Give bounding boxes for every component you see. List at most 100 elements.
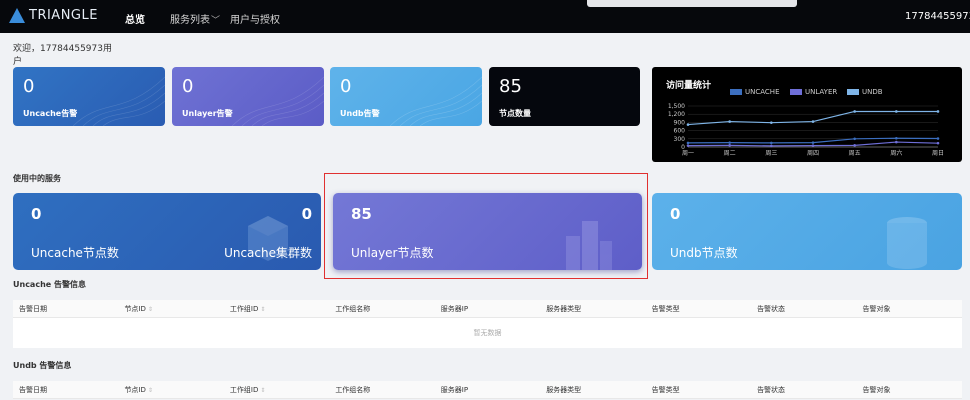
column-header: 服务器IP bbox=[440, 305, 469, 313]
legend-label: UNLAYER bbox=[805, 88, 838, 96]
logo[interactable]: TRIANGLE bbox=[9, 8, 98, 23]
data-point bbox=[811, 144, 815, 147]
stat-card-node-count[interactable]: 85 节点数量 bbox=[489, 67, 640, 126]
search-bar[interactable] bbox=[587, 0, 797, 7]
table-header: 告警日期 节点ID ⇕ 工作组ID ⇕ 工作组名称 服务器IP 服务器类型 告警类型… bbox=[13, 300, 962, 318]
data-point bbox=[936, 141, 940, 145]
cluster-value: 0 bbox=[301, 205, 312, 223]
nav-overview[interactable]: 总览 bbox=[125, 11, 145, 26]
service-value: 0 bbox=[670, 205, 681, 223]
x-tick-label: 周一 bbox=[682, 150, 694, 157]
column-header: 告警对象 bbox=[862, 386, 891, 394]
column-header: 告警日期 bbox=[19, 305, 47, 313]
database-decoration-icon bbox=[887, 217, 927, 269]
sort-icon[interactable]: ⇕ bbox=[260, 387, 265, 394]
welcome-text: 欢迎，17784455973用户 bbox=[13, 44, 112, 67]
y-tick-label: 300 bbox=[674, 136, 686, 143]
stat-value: 0 bbox=[182, 76, 194, 97]
column-header: 服务器类型 bbox=[546, 305, 582, 313]
service-label: Uncache节点数 bbox=[31, 246, 119, 260]
column-header: 告警状态 bbox=[757, 386, 786, 394]
x-tick-label: 周五 bbox=[849, 150, 861, 157]
column-header[interactable]: 工作组ID ⇕ bbox=[224, 381, 329, 398]
service-value: 0 bbox=[31, 205, 42, 223]
data-point bbox=[895, 136, 898, 140]
legend-swatch bbox=[847, 89, 859, 95]
column-header: 告警状态 bbox=[757, 305, 786, 313]
column-header: 告警对象 bbox=[862, 305, 891, 313]
uncache-alerts-title: Uncache 告警信息 bbox=[13, 280, 86, 289]
column-header: 工作组名称 bbox=[335, 305, 371, 313]
x-tick-label: 周三 bbox=[765, 150, 777, 157]
data-point bbox=[770, 121, 773, 124]
legend-label: UNDB bbox=[862, 88, 883, 96]
data-point bbox=[686, 123, 690, 126]
top-navbar: TRIANGLE 总览 服务列表﹀ 用户与授权 17784455973 bbox=[0, 0, 970, 33]
stat-value: 0 bbox=[340, 76, 352, 97]
highlight-box bbox=[324, 173, 648, 279]
uncache-alerts-table: 告警日期 节点ID ⇕ 工作组ID ⇕ 工作组名称 服务器IP 服务器类型 告警类型… bbox=[13, 300, 962, 348]
data-point bbox=[853, 144, 856, 147]
data-point bbox=[728, 144, 731, 147]
data-point bbox=[853, 137, 856, 141]
column-header: 服务器IP bbox=[440, 386, 469, 394]
stat-label: Undb告警 bbox=[340, 109, 380, 118]
column-header[interactable]: 工作组ID ⇕ bbox=[224, 300, 329, 317]
username-label: 17784455973 bbox=[905, 11, 970, 22]
service-label: Undb节点数 bbox=[670, 246, 738, 260]
user-menu[interactable]: 17784455973 bbox=[905, 11, 970, 22]
stat-card-undb-alerts[interactable]: 0 Undb告警 bbox=[330, 67, 482, 126]
stat-label: 节点数量 bbox=[499, 109, 531, 118]
legend-item-unlayer[interactable]: UNLAYER bbox=[790, 88, 837, 96]
data-point bbox=[728, 141, 731, 144]
service-card-undb[interactable]: 0 Undb节点数 bbox=[652, 193, 962, 270]
data-point bbox=[895, 110, 898, 113]
column-header: 告警类型 bbox=[651, 386, 680, 394]
y-tick-label: 600 bbox=[674, 128, 686, 135]
column-header: 工作组名称 bbox=[335, 386, 371, 394]
visit-stats-chart: 1,500 1,200 900 600 300 0 周一 周二 周三 周四 周五 周六 周日 访问量统计… bbox=[652, 67, 962, 162]
data-point bbox=[770, 141, 773, 145]
sort-icon[interactable]: ⇕ bbox=[260, 306, 265, 313]
legend-label: UNCACHE bbox=[745, 88, 780, 96]
column-header[interactable]: 节点ID ⇕ bbox=[118, 381, 223, 398]
sort-icon[interactable]: ⇕ bbox=[148, 306, 153, 313]
column-header: 服务器类型 bbox=[546, 386, 582, 394]
undb-alerts-table: 告警日期 节点ID ⇕ 工作组ID ⇕ 工作组名称 服务器IP 服务器类型 告警类型… bbox=[13, 381, 962, 399]
stat-value: 0 bbox=[23, 76, 35, 97]
cluster-label: Uncache集群数 bbox=[224, 246, 312, 260]
table-header: 告警日期 节点ID ⇕ 工作组ID ⇕ 工作组名称 服务器IP 服务器类型 告警类型… bbox=[13, 381, 962, 399]
data-point bbox=[686, 144, 690, 147]
data-point bbox=[853, 110, 856, 113]
stat-card-uncache-alerts[interactable]: 0 Uncache告警 bbox=[13, 67, 165, 126]
legend-item-uncache[interactable]: UNCACHE bbox=[730, 88, 780, 96]
data-point bbox=[936, 110, 940, 113]
stat-label: Uncache告警 bbox=[23, 109, 78, 118]
service-card-uncache[interactable]: 0 Uncache节点数 0 Uncache集群数 bbox=[13, 193, 321, 270]
x-tick-label: 周六 bbox=[890, 149, 902, 157]
stat-card-unlayer-alerts[interactable]: 0 Unlayer告警 bbox=[172, 67, 324, 126]
nav-services[interactable]: 服务列表﹀ bbox=[170, 11, 220, 26]
legend-item-undb[interactable]: UNDB bbox=[847, 88, 883, 96]
stat-value: 85 bbox=[499, 76, 522, 97]
data-point bbox=[770, 144, 773, 148]
triangle-logo-icon bbox=[9, 8, 25, 23]
legend-swatch bbox=[730, 89, 742, 95]
data-point bbox=[811, 141, 815, 144]
data-point bbox=[728, 120, 731, 123]
legend-swatch bbox=[790, 89, 802, 95]
sort-icon[interactable]: ⇕ bbox=[148, 387, 153, 394]
undb-alerts-title: Undb 告警信息 bbox=[13, 361, 72, 370]
x-tick-label: 周二 bbox=[724, 150, 736, 157]
data-point bbox=[936, 137, 940, 140]
logo-text: TRIANGLE bbox=[29, 8, 98, 23]
column-header: 告警日期 bbox=[19, 386, 47, 394]
y-tick-label: 900 bbox=[674, 119, 686, 126]
nav-users-auth[interactable]: 用户与授权 bbox=[230, 11, 280, 26]
stat-label: Unlayer告警 bbox=[182, 109, 233, 118]
y-tick-label: 1,200 bbox=[668, 111, 685, 118]
x-tick-label: 周四 bbox=[807, 150, 819, 157]
column-header[interactable]: 节点ID ⇕ bbox=[118, 300, 223, 317]
chevron-down-icon: ﹀ bbox=[211, 16, 221, 26]
y-tick-label: 1,500 bbox=[668, 103, 685, 110]
